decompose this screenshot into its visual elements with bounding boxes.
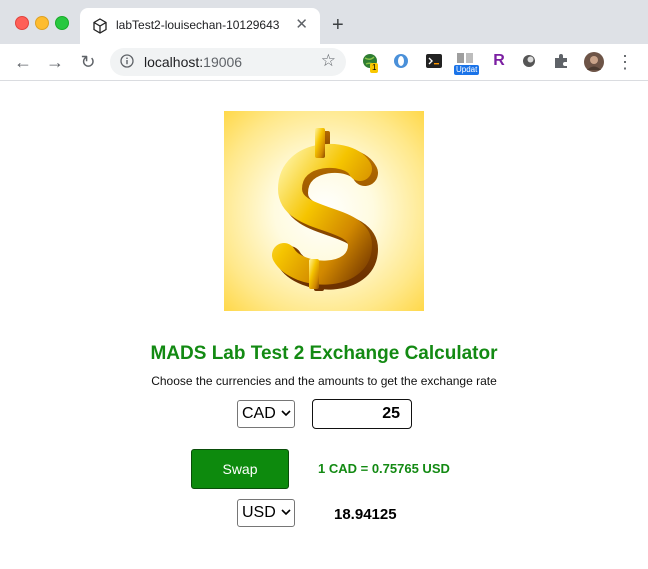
zoom-window-button[interactable] xyxy=(55,16,69,30)
minimize-window-button[interactable] xyxy=(35,16,49,30)
cube-favicon-icon xyxy=(93,18,107,34)
terminal-extension-icon[interactable] xyxy=(425,52,443,70)
info-icon xyxy=(120,54,134,68)
dollar-sign-image xyxy=(224,111,424,311)
amount-input[interactable]: 25 xyxy=(312,399,412,429)
globe-extension-badge: 1 xyxy=(370,63,379,73)
opera-extension-icon[interactable] xyxy=(392,52,410,70)
profile-avatar[interactable] xyxy=(584,52,604,72)
to-currency-value: USD xyxy=(242,504,276,521)
swap-button[interactable]: Swap xyxy=(191,449,289,489)
from-currency-value: CAD xyxy=(242,405,276,422)
update-extension-badge: Updat xyxy=(454,65,480,75)
circle-extension-icon[interactable] xyxy=(520,52,538,70)
update-extension-icon[interactable]: Updat xyxy=(454,52,480,75)
page-content: MADS Lab Test 2 Exchange Calculator Choo… xyxy=(0,81,648,569)
exchange-rate-text: 1 CAD = 0.75765 USD xyxy=(318,461,450,476)
chevron-down-icon xyxy=(281,410,291,417)
converted-amount: 18.94125 xyxy=(334,506,397,523)
new-tab-button[interactable]: + xyxy=(332,14,344,36)
page-title: MADS Lab Test 2 Exchange Calculator xyxy=(150,343,498,364)
page-subtitle: Choose the currencies and the amounts to… xyxy=(151,374,497,388)
browser-toolbar: ← → ↻ localhost:19006 ☆ 1 Updat R ⋮ xyxy=(0,44,648,81)
close-window-button[interactable] xyxy=(15,16,29,30)
browser-tab[interactable]: labTest2-louisechan-10129643 ✕ xyxy=(80,8,320,44)
url-text: localhost:19006 xyxy=(144,54,243,70)
from-currency-select[interactable]: CAD xyxy=(237,400,295,428)
forward-arrow-icon[interactable]: → xyxy=(44,51,66,73)
browser-titlebar: labTest2-louisechan-10129643 ✕ + xyxy=(0,0,648,44)
tab-title: labTest2-louisechan-10129643 xyxy=(116,18,280,32)
to-currency-select[interactable]: USD xyxy=(237,499,295,527)
browser-menu-icon[interactable]: ⋮ xyxy=(614,51,636,73)
address-bar[interactable]: localhost:19006 ☆ xyxy=(110,48,346,76)
tab-close-icon[interactable]: ✕ xyxy=(295,16,308,34)
puzzle-extension-icon[interactable] xyxy=(552,52,570,70)
r-extension-icon[interactable]: R xyxy=(490,52,508,70)
bookmark-star-icon[interactable]: ☆ xyxy=(321,51,336,71)
back-arrow-icon[interactable]: ← xyxy=(12,51,34,73)
reload-icon[interactable]: ↻ xyxy=(77,51,99,73)
globe-extension-icon[interactable]: 1 xyxy=(361,52,379,73)
chevron-down-icon xyxy=(281,509,291,516)
